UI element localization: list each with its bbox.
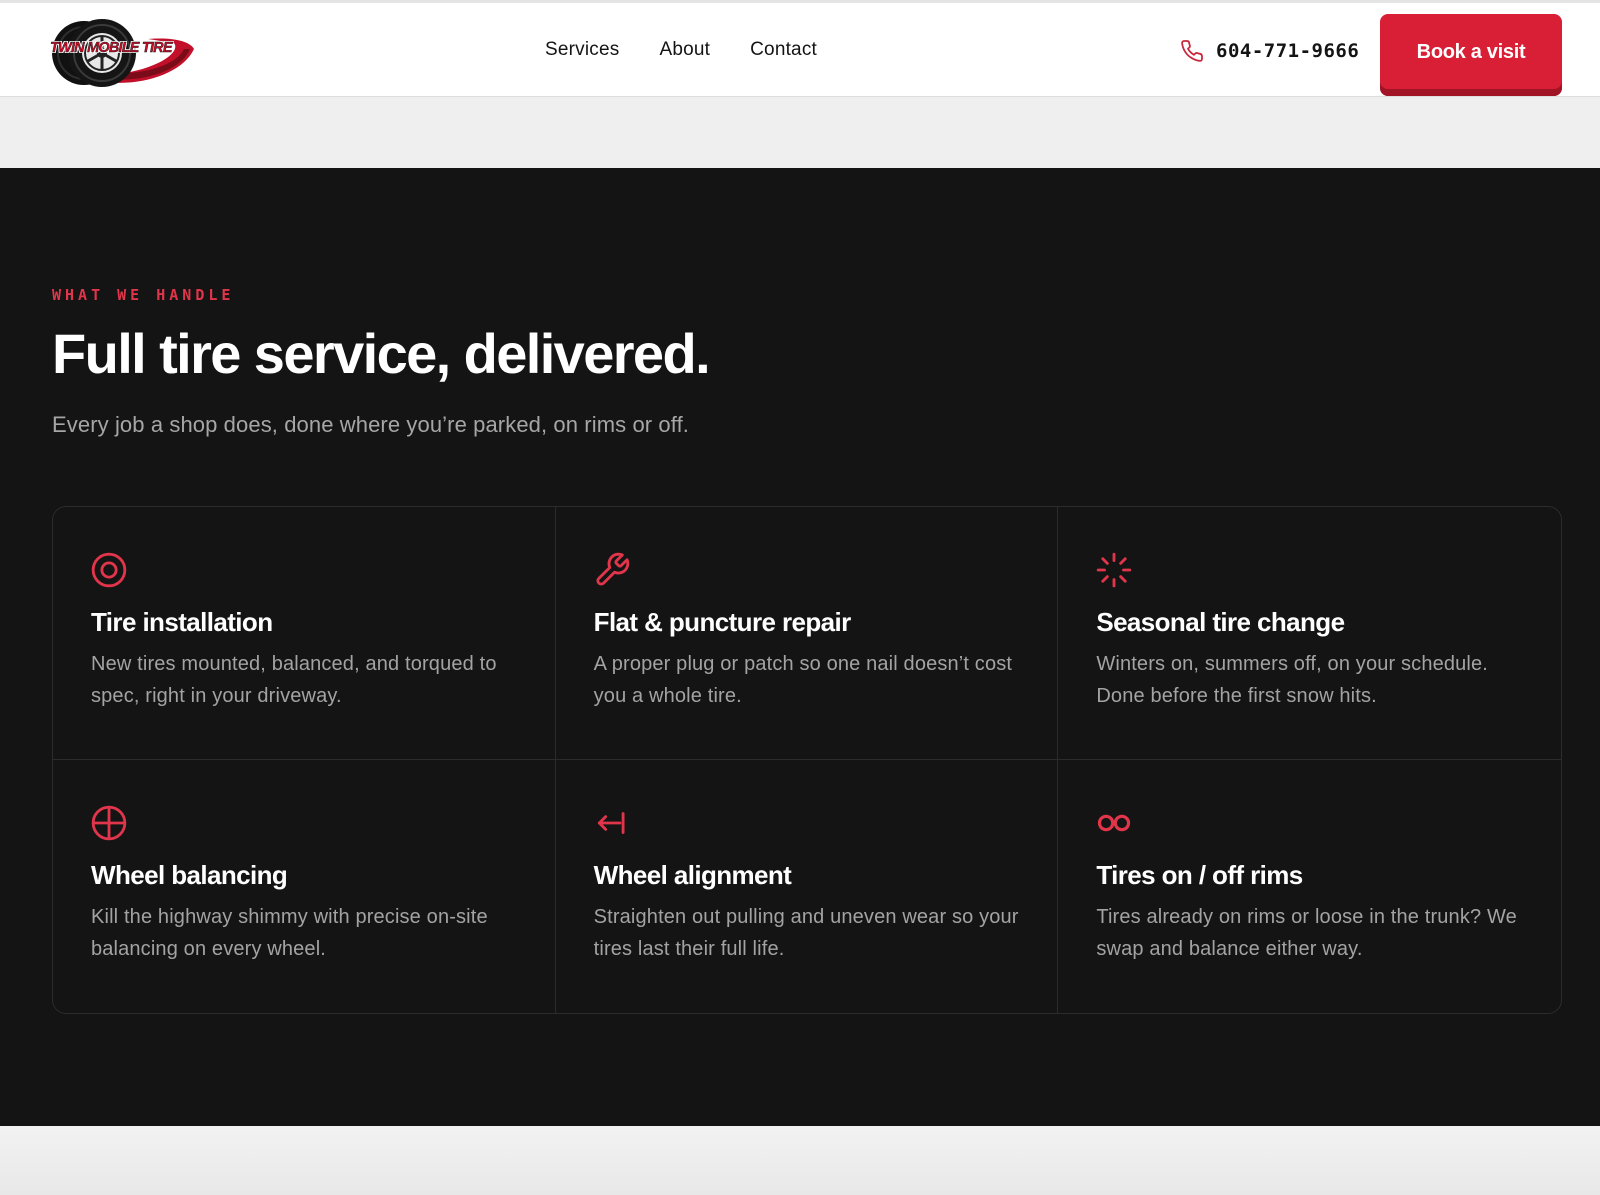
wrench-icon: [596, 552, 629, 586]
service-desc: Winters on, summers off, on your schedul…: [1096, 653, 1488, 708]
crosshair-icon: [91, 805, 127, 841]
infinity-icon: [1098, 814, 1131, 832]
phone-link[interactable]: 604-771-9666: [1180, 39, 1359, 63]
next-section-edge: [0, 1126, 1600, 1195]
target-icon: [91, 552, 127, 588]
services-section: WHAT WE HANDLE Full tire service, delive…: [0, 168, 1600, 1126]
service-desc: New tires mounted, balanced, and torqued…: [91, 653, 497, 708]
service-desc: Tires already on rims or loose in the tr…: [1096, 906, 1517, 961]
arrow-left-to-line-icon: [597, 812, 625, 834]
section-title: Full tire service, delivered.: [52, 322, 711, 385]
service-title: Flat & puncture repair: [593, 607, 852, 637]
book-visit-button[interactable]: Book a visit: [1380, 14, 1562, 96]
service-title: Seasonal tire change: [1096, 607, 1345, 637]
service-card-wheel-alignment: Wheel alignment Straighten out pulling a…: [556, 760, 1059, 1013]
service-card-flat-repair: Flat & puncture repair A proper plug or …: [555, 507, 1059, 760]
phone-icon: [1181, 40, 1203, 62]
section-subtitle: Every job a shop does, done where you’re…: [52, 412, 690, 437]
brand-logo[interactable]: TWIN MOBILE TIRE: [50, 13, 198, 91]
service-desc: Straighten out pulling and uneven wear s…: [593, 906, 1019, 961]
nav-about-link[interactable]: About: [659, 39, 710, 61]
phone-number: 604-771-9666: [1216, 40, 1360, 62]
service-desc: Kill the highway shimmy with precise on-…: [91, 906, 488, 961]
service-card-seasonal-change: Seasonal tire change Winters on, summers…: [1058, 507, 1561, 760]
service-title: Wheel alignment: [593, 860, 792, 890]
nav-contact-link[interactable]: Contact: [750, 39, 817, 61]
main-nav: Services About Contact: [545, 39, 817, 61]
site-header: TWIN MOBILE TIRE Services About Contact …: [0, 0, 1600, 97]
service-card-tires-on-off-rims: Tires on / off rims Tires already on rim…: [1058, 760, 1561, 1013]
service-title: Wheel balancing: [91, 860, 288, 890]
nav-services-link[interactable]: Services: [545, 39, 619, 61]
service-desc: A proper plug or patch so one nail doesn…: [593, 653, 1013, 708]
service-title: Tire installation: [91, 607, 273, 637]
service-title: Tires on / off rims: [1096, 860, 1303, 890]
service-card-wheel-balancing: Wheel balancing Kill the highway shimmy …: [53, 760, 556, 1013]
services-grid: Tire installation New tires mounted, bal…: [52, 506, 1562, 1014]
service-card-tire-installation: Tire installation New tires mounted, bal…: [53, 507, 556, 760]
loader-icon: [1097, 552, 1132, 588]
logo-wordmark: TWIN MOBILE TIRE: [50, 40, 173, 56]
section-eyebrow: WHAT WE HANDLE: [52, 286, 235, 304]
